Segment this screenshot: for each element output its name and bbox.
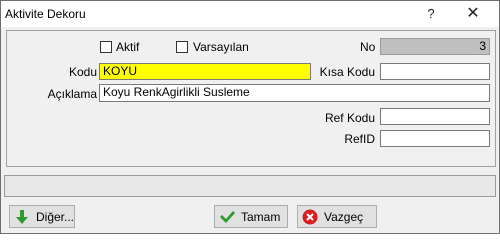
vazgec-button[interactable]: Vazgeç <box>297 205 377 228</box>
vazgec-label: Vazgeç <box>324 209 364 224</box>
checkmark-icon <box>219 209 235 225</box>
diger-label: Diğer... <box>35 209 74 224</box>
ref-kodu-input[interactable] <box>380 108 490 125</box>
diger-button[interactable]: Diğer... <box>9 205 75 228</box>
no-field: 3 <box>380 38 490 55</box>
title-bar: Aktivite Dekoru ? ✕ <box>1 1 499 27</box>
kisa-kodu-input[interactable] <box>380 63 490 80</box>
varsayilan-label: Varsayılan <box>193 40 249 54</box>
arrow-down-icon <box>14 209 30 225</box>
aktif-checkbox[interactable] <box>100 41 112 53</box>
close-button[interactable]: ✕ <box>453 1 493 27</box>
tamam-button[interactable]: Tamam <box>214 205 288 228</box>
window-title: Aktivite Dekoru <box>5 7 86 21</box>
refid-label: RefID <box>344 132 375 146</box>
aciklama-input[interactable]: Koyu RenkAgirlikli Susleme <box>99 84 490 102</box>
aciklama-label: Açıklama <box>47 87 97 101</box>
kodu-label: Kodu <box>68 65 97 79</box>
form-panel: Aktif Varsayılan No 3 Kodu KOYU Kısa Kod… <box>6 30 496 167</box>
varsayilan-checkbox[interactable] <box>176 41 188 53</box>
dialog-window: Aktivite Dekoru ? ✕ Aktif Varsayılan No … <box>0 0 500 234</box>
kisa-kodu-label: Kısa Kodu <box>319 65 375 79</box>
tamam-label: Tamam <box>241 209 281 224</box>
ref-kodu-label: Ref Kodu <box>324 111 375 125</box>
cancel-icon <box>302 209 318 225</box>
no-label: No <box>360 40 376 54</box>
aktif-label: Aktif <box>116 40 140 54</box>
refid-input[interactable] <box>380 130 490 147</box>
help-button[interactable]: ? <box>411 1 451 27</box>
status-bar <box>4 175 496 197</box>
